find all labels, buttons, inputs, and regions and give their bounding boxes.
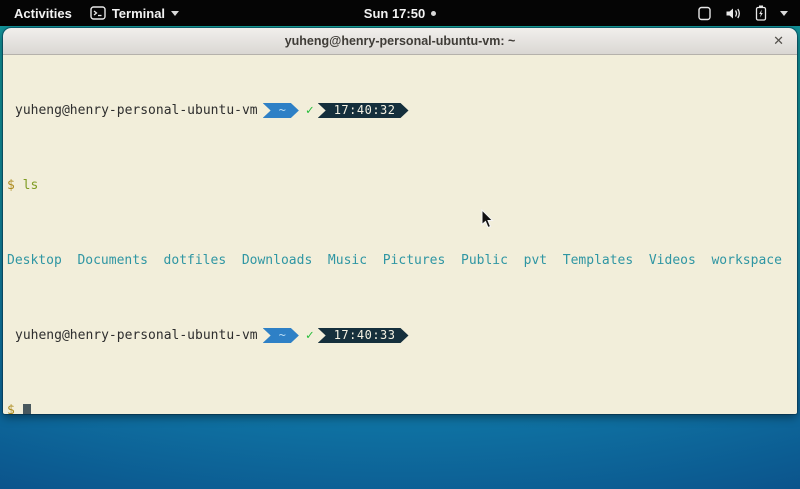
activities-button[interactable]: Activities bbox=[10, 6, 76, 21]
user-host: yuheng@henry-personal-ubuntu-vm bbox=[15, 103, 258, 118]
app-menu-label: Terminal bbox=[112, 6, 165, 21]
prompt-symbol: $ bbox=[7, 403, 15, 414]
dir-item: Desktop bbox=[7, 253, 62, 268]
dir-item: Documents bbox=[62, 253, 148, 268]
display-icon bbox=[697, 6, 712, 21]
command-text: ls bbox=[23, 178, 39, 193]
terminal-body[interactable]: yuheng@henry-personal-ubuntu-vm ~ ✓ 17:4… bbox=[3, 55, 797, 414]
directory-list: Desktop Documents dotfiles Downloads Mus… bbox=[7, 253, 793, 268]
dir-item: workspace bbox=[696, 253, 782, 268]
app-menu-chevron-icon bbox=[171, 11, 179, 16]
top-bar: Activities Terminal Sun 17:50 bbox=[0, 0, 800, 26]
dir-item: Public bbox=[445, 253, 508, 268]
system-menu[interactable] bbox=[697, 0, 800, 26]
volume-icon bbox=[725, 6, 742, 21]
title-bar[interactable]: yuheng@henry-personal-ubuntu-vm: ~ ✕ bbox=[3, 28, 797, 55]
status-check-icon: ✓ bbox=[306, 103, 314, 118]
app-menu[interactable]: Terminal bbox=[90, 6, 179, 21]
spacer bbox=[15, 178, 23, 193]
chevron-down-icon bbox=[780, 11, 788, 16]
status-check-icon: ✓ bbox=[306, 328, 314, 343]
dir-item: pvt bbox=[508, 253, 547, 268]
dir-item: dotfiles bbox=[148, 253, 226, 268]
prompt-line: yuheng@henry-personal-ubuntu-vm ~ ✓ 17:4… bbox=[7, 328, 793, 343]
prompt-symbol: $ bbox=[7, 178, 15, 193]
dir-item: Downloads bbox=[226, 253, 312, 268]
close-button[interactable]: ✕ bbox=[773, 28, 784, 55]
terminal-icon bbox=[90, 6, 106, 20]
dir-item: Music bbox=[312, 253, 367, 268]
cwd-segment: ~ bbox=[263, 328, 299, 343]
window-title: yuheng@henry-personal-ubuntu-vm: ~ bbox=[285, 34, 516, 48]
terminal-window: yuheng@henry-personal-ubuntu-vm: ~ ✕ yuh… bbox=[3, 28, 797, 414]
text-cursor bbox=[23, 404, 31, 415]
user-host: yuheng@henry-personal-ubuntu-vm bbox=[15, 328, 258, 343]
input-line: $ bbox=[7, 403, 793, 414]
cwd-segment: ~ bbox=[263, 103, 299, 118]
clock[interactable]: Sun 17:50 bbox=[364, 6, 425, 21]
dir-item: Templates bbox=[547, 253, 633, 268]
battery-charging-icon bbox=[755, 5, 767, 21]
time-segment: 17:40:32 bbox=[318, 103, 409, 118]
dir-item: Pictures bbox=[367, 253, 445, 268]
dir-item: Videos bbox=[633, 253, 696, 268]
notification-dot-icon bbox=[431, 11, 436, 16]
top-bar-left: Activities Terminal bbox=[0, 6, 179, 21]
time-segment: 17:40:33 bbox=[318, 328, 409, 343]
prompt-line: yuheng@henry-personal-ubuntu-vm ~ ✓ 17:4… bbox=[7, 103, 793, 118]
command-line: $ ls bbox=[7, 178, 793, 193]
